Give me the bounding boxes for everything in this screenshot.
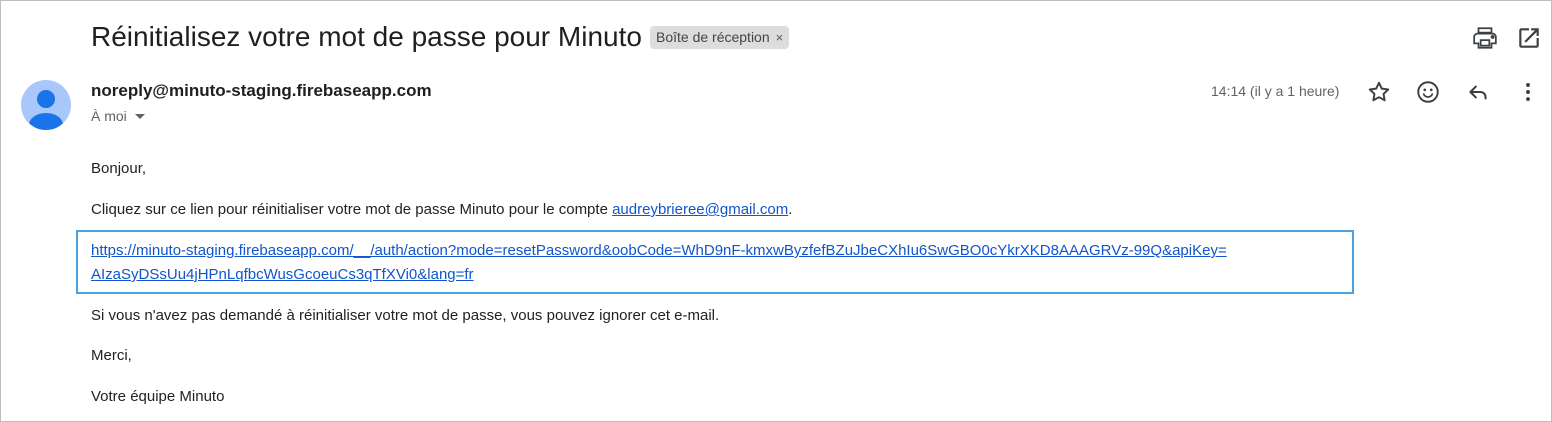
instruction-prefix: Cliquez sur ce lien pour réinitialiser v…	[91, 201, 613, 218]
emoji-reaction-icon[interactable]	[1415, 79, 1441, 105]
recipient-details-toggle[interactable]: À moi	[91, 108, 145, 124]
instruction-paragraph: Cliquez sur ce lien pour réinitialiser v…	[91, 201, 792, 218]
greeting-text: Bonjour,	[91, 160, 147, 177]
account-email-link[interactable]: audreybrieree@gmail.com	[612, 201, 788, 218]
reset-password-link-line1[interactable]: https://minuto-staging.firebaseapp.com/_…	[91, 242, 1227, 259]
recipient-label: À moi	[91, 108, 127, 124]
person-icon	[29, 90, 63, 130]
chevron-down-icon	[134, 113, 145, 119]
star-icon[interactable]	[1366, 79, 1392, 105]
reset-password-link-line2[interactable]: AIzaSyDSsUu4jHPnLqfbcWusGcoeuCs3qTfXVi0&…	[91, 266, 474, 283]
sender-address[interactable]: noreply@minuto-staging.firebaseapp.com	[91, 81, 432, 101]
instruction-suffix: .	[788, 201, 793, 218]
email-subject: Réinitialisez votre mot de passe pour Mi…	[91, 21, 642, 52]
thanks-text: Merci,	[91, 347, 132, 364]
avatar[interactable]	[21, 80, 71, 130]
inbox-label-chip[interactable]: Boîte de réception ×	[650, 26, 790, 49]
print-icon[interactable]	[1472, 25, 1498, 51]
email-timestamp: 14:14 (il y a 1 heure)	[1211, 83, 1340, 99]
label-text: Boîte de réception	[656, 29, 770, 45]
reply-icon[interactable]	[1465, 79, 1491, 105]
more-vertical-icon[interactable]	[1515, 79, 1541, 105]
email-view: Réinitialisez votre mot de passe pour Mi…	[0, 0, 1552, 422]
signature-text: Votre équipe Minuto	[91, 388, 225, 405]
open-in-new-window-icon[interactable]	[1516, 25, 1542, 51]
ignore-note-text: Si vous n'avez pas demandé à réinitialis…	[91, 307, 720, 324]
reset-link-highlight: https://minuto-staging.firebaseapp.com/_…	[76, 230, 1354, 294]
remove-label-button[interactable]: ×	[776, 26, 784, 49]
